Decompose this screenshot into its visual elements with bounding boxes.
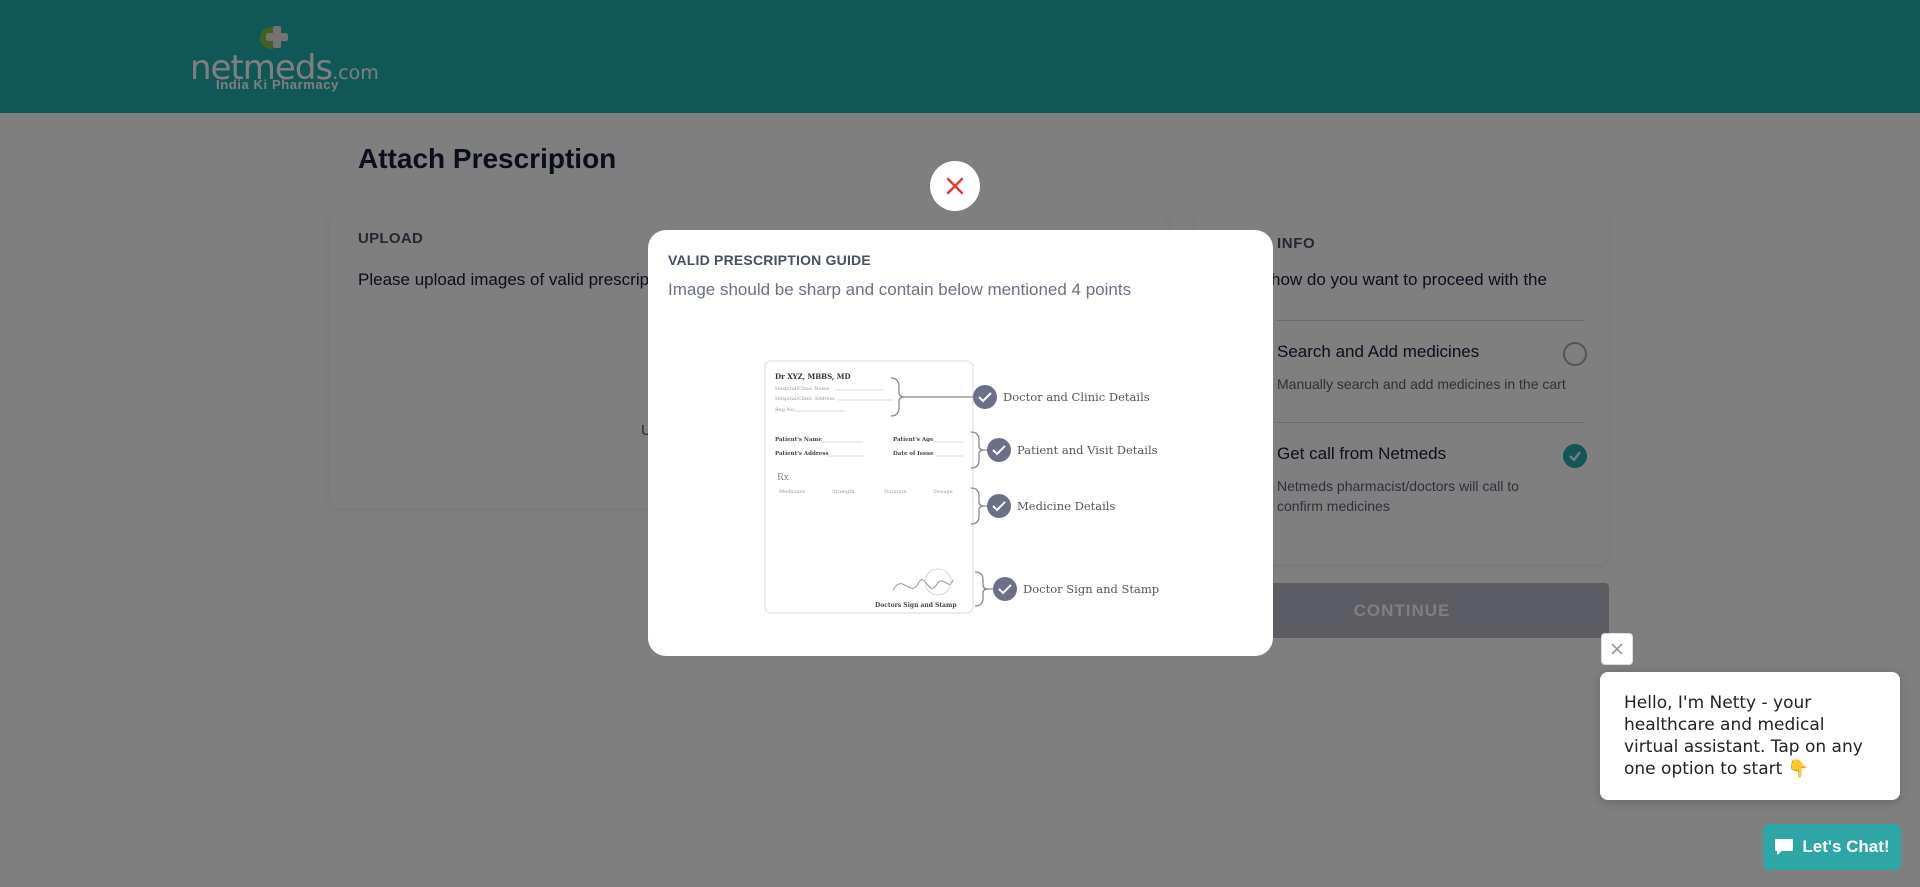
sample-col-medicines: Medicines	[779, 489, 805, 495]
modal-close-button[interactable]	[930, 161, 980, 211]
chat-message: Hello, I'm Netty - your healthcare and m…	[1624, 693, 1863, 779]
sample-col-dosage: Dosage	[934, 489, 953, 495]
check-circle-icon	[987, 438, 1011, 462]
prescription-guide-modal: VALID PRESCRIPTION GUIDE Image should be…	[648, 230, 1273, 656]
check-circle-icon	[987, 494, 1011, 518]
sample-patient-address: Patient's Address	[775, 451, 828, 457]
guide-subtitle: Image should be sharp and contain below …	[668, 280, 1132, 299]
point-patient-visit: Patient and Visit Details	[1017, 443, 1158, 457]
check-circle-icon	[973, 385, 997, 409]
close-icon	[946, 177, 964, 195]
guide-title: VALID PRESCRIPTION GUIDE	[668, 252, 871, 268]
lets-chat-label: Let's Chat!	[1802, 837, 1890, 856]
sample-col-duration: Duration	[884, 489, 907, 495]
brace-4	[974, 571, 989, 607]
sample-rx: Rx	[777, 473, 789, 483]
sample-prescription-illustration: Dr XYZ, MBBS, MD Hospital/Clinic Name Ho…	[764, 360, 1159, 614]
chat-bubble-icon	[1775, 839, 1794, 855]
sample-patient-name: Patient's Name	[775, 437, 822, 443]
check-circle-icon	[993, 577, 1017, 601]
sample-date-of-issue: Date of Issue	[893, 451, 934, 457]
sample-hospital-address: Hospital/Clinic Address	[775, 396, 835, 402]
lets-chat-button[interactable]: Let's Chat!	[1763, 824, 1901, 870]
sample-reg-no: Reg No.	[775, 407, 796, 413]
chat-close-button[interactable]	[1601, 633, 1633, 665]
sample-sign-stamp: Doctors Sign and Stamp	[875, 602, 957, 609]
point-sign-stamp: Doctor Sign and Stamp	[1023, 582, 1159, 596]
sample-doctor: Dr XYZ, MBBS, MD	[775, 372, 851, 381]
sample-patient-age: Patient's Age	[893, 437, 934, 443]
close-icon	[1611, 643, 1623, 655]
point-medicine: Medicine Details	[1017, 499, 1115, 513]
chat-greeting-bubble[interactable]: Hello, I'm Netty - your healthcare and m…	[1600, 672, 1900, 800]
sample-col-strength: Strength	[832, 489, 855, 495]
point-doctor-clinic: Doctor and Clinic Details	[1003, 390, 1150, 404]
sample-hospital-name: Hospital/Clinic Name	[775, 386, 829, 392]
